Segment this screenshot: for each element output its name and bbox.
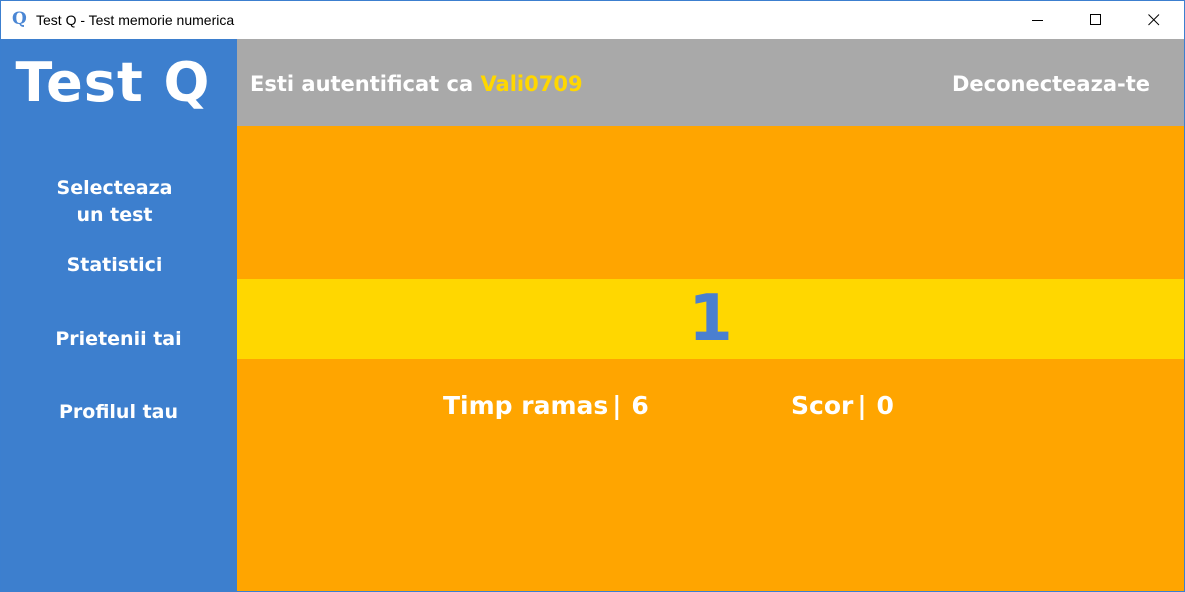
minimize-button[interactable] [1015, 1, 1061, 39]
sidebar: Test Q Selecteaza un test Statistici Pri… [1, 39, 237, 591]
title-bar[interactable]: Q Test Q - Test memorie numerica [1, 1, 1184, 39]
logout-button[interactable]: Deconecteaza-te [952, 71, 1150, 97]
close-icon [1148, 14, 1160, 26]
time-value: 6 [631, 391, 649, 420]
number-display-band: 1 [237, 279, 1184, 359]
nav-statistics[interactable]: Statistici [1, 252, 228, 279]
window-title: Test Q - Test memorie numerica [36, 12, 235, 28]
current-number: 1 [688, 282, 733, 356]
minimize-icon [1032, 20, 1043, 21]
app-window: Q Test Q - Test memorie numerica Test Q … [0, 0, 1185, 592]
test-area: 1 Timp ramas | 6 Scor | 0 [237, 126, 1184, 591]
maximize-button[interactable] [1073, 1, 1119, 39]
app-logo-icon: Q [12, 9, 27, 29]
score-value: 0 [876, 391, 894, 420]
nav-profile[interactable]: Profilul tau [1, 399, 236, 426]
auth-status: Esti autentificat ca Vali0709 [250, 71, 583, 97]
score: Scor | 0 [791, 390, 894, 422]
auth-prefix: Esti autentificat ca [250, 72, 474, 96]
nav-select-test[interactable]: Selecteaza un test [1, 175, 228, 229]
maximize-icon [1090, 14, 1101, 25]
nav-select-test-line1: Selecteaza [56, 177, 173, 199]
username: Vali0709 [480, 72, 583, 96]
nav-select-test-line2: un test [76, 204, 153, 226]
close-button[interactable] [1131, 1, 1177, 39]
score-separator: | [857, 391, 867, 420]
nav-friends[interactable]: Prietenii tai [1, 326, 236, 353]
time-label: Timp ramas [443, 391, 609, 420]
time-remaining: Timp ramas | 6 [443, 390, 649, 422]
header-bar: Esti autentificat ca Vali0709 Deconectea… [237, 39, 1184, 126]
time-separator: | [612, 391, 622, 420]
app-logo: Test Q [15, 51, 211, 114]
score-label: Scor [791, 391, 854, 420]
